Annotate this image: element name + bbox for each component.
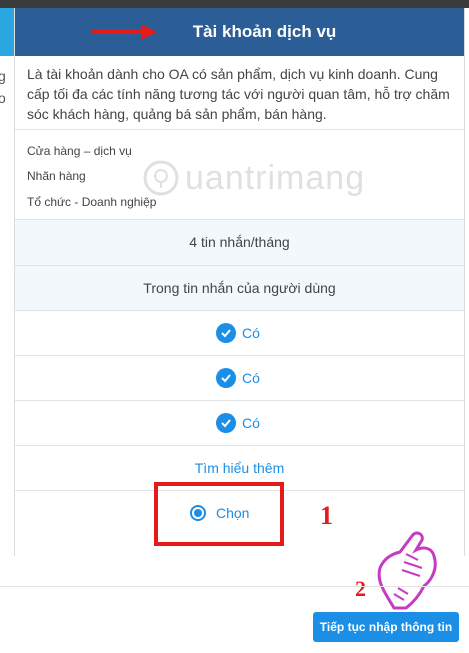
watermark-text: uantrimang [185, 158, 366, 197]
message-scope-row: Trong tin nhắn của người dùng [15, 266, 464, 311]
watermark: uantrimang [141, 158, 365, 198]
left-column-text: o [0, 90, 6, 106]
select-radio-option[interactable]: Chọn [190, 505, 249, 521]
top-dark-bar [0, 0, 469, 8]
messages-row: 4 tin nhắn/tháng [15, 220, 464, 266]
message-scope: Trong tin nhắn của người dùng [143, 280, 336, 296]
select-label: Chọn [216, 505, 250, 521]
lightbulb-logo-icon [143, 160, 179, 196]
check-icon [216, 413, 236, 433]
pointing-hand-icon [377, 531, 437, 610]
category-item: Nhãn hàng [27, 169, 86, 183]
column-title: Tài khoản dịch vụ [192, 22, 337, 41]
category-item: Cửa hàng – dịch vụ [27, 144, 132, 158]
step-marker-2: 2 [355, 576, 366, 601]
step-marker-1: 1 [320, 501, 333, 530]
account-description: Là tài khoản dành cho OA có sản phẩm, dị… [27, 66, 450, 122]
feature-check: Có [216, 323, 260, 343]
check-icon [216, 368, 236, 388]
feature-check: Có [216, 368, 260, 388]
category-item: Tổ chức - Doanh nghiệp [27, 195, 157, 209]
continue-button[interactable]: Tiếp tục nhập thông tin [313, 612, 459, 642]
service-account-column: Tài khoản dịch vụ Là tài khoản dành cho … [14, 8, 465, 556]
left-column-text: g [0, 68, 6, 84]
feature-row: Có [15, 356, 464, 401]
check-icon [216, 323, 236, 343]
feature-row: Có [15, 311, 464, 356]
radio-button[interactable] [190, 505, 206, 521]
column-header: Tài khoản dịch vụ [15, 8, 464, 56]
left-column-strip: g o [0, 8, 14, 556]
messages-per-month: 4 tin nhắn/tháng [189, 234, 290, 250]
footer-divider [0, 586, 469, 587]
feature-row: Có [15, 401, 464, 446]
learn-more-link[interactable]: Tìm hiểu thêm [15, 460, 464, 476]
feature-label: Có [242, 370, 260, 386]
feature-label: Có [242, 325, 260, 341]
left-column-header [0, 8, 14, 56]
feature-label: Có [242, 415, 260, 431]
feature-check: Có [216, 413, 260, 433]
